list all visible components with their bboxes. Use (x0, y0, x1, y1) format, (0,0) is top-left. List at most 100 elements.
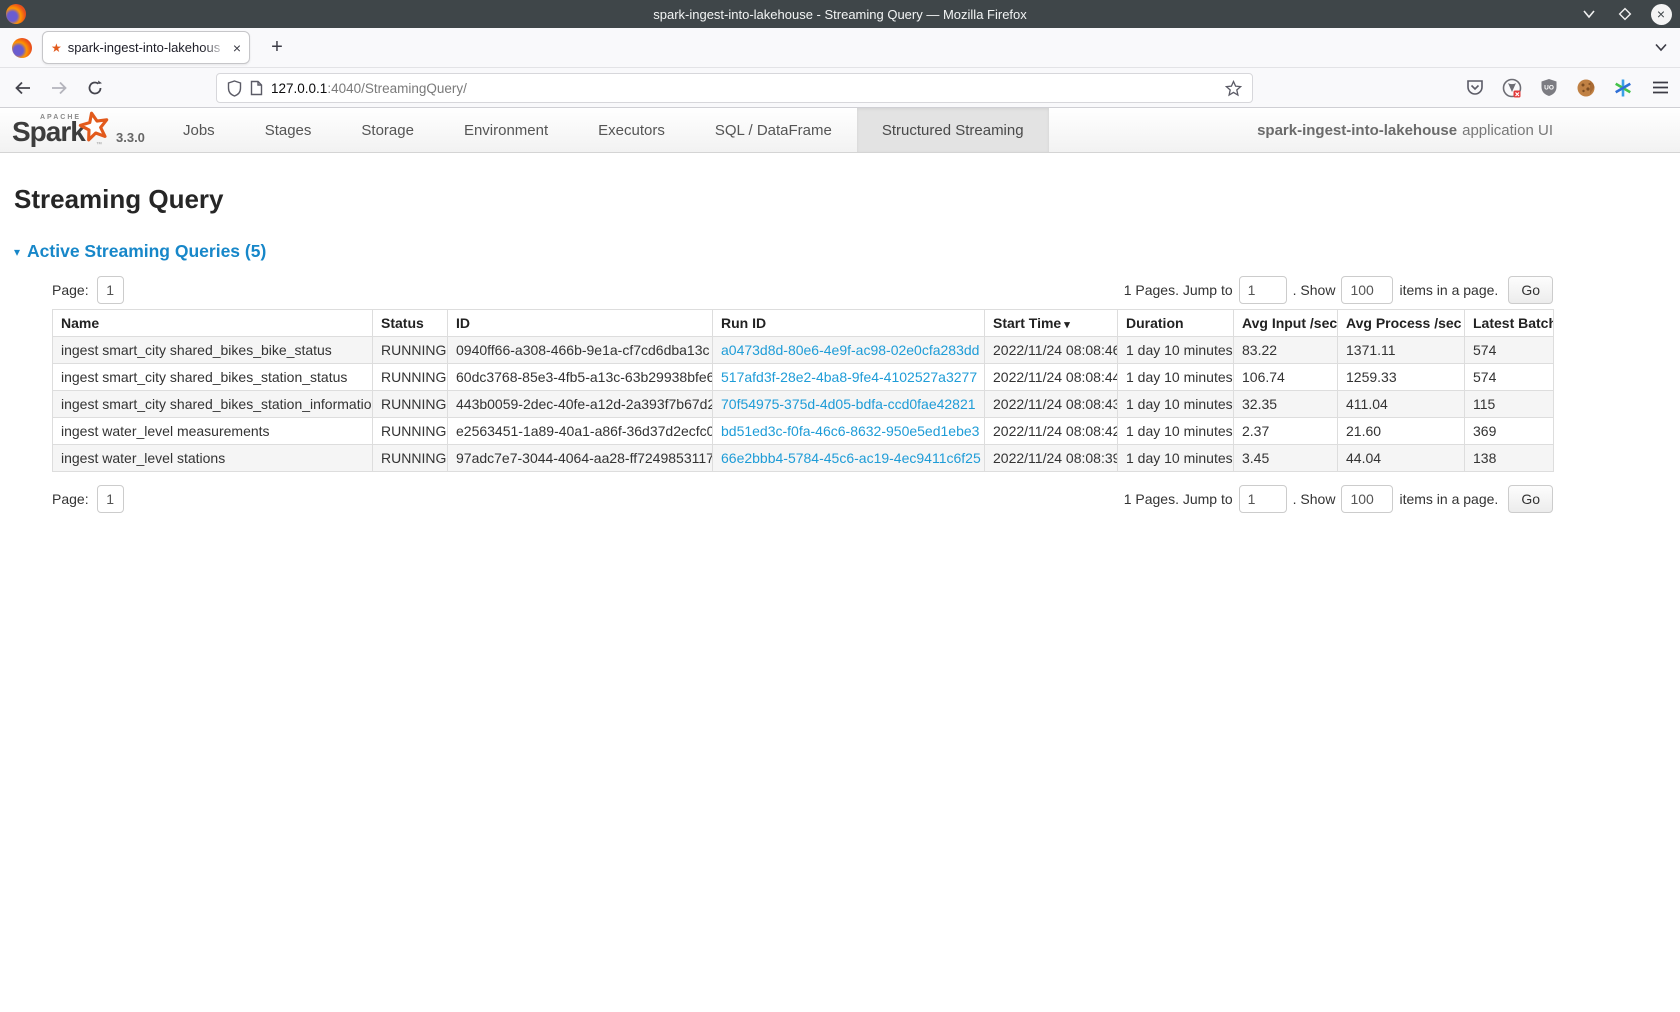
avg-process: 21.60 (1338, 418, 1465, 445)
jump-to-page-input[interactable] (1239, 485, 1287, 513)
active-queries-section-toggle[interactable]: ▾ Active Streaming Queries (5) (14, 241, 1666, 262)
go-button[interactable]: Go (1508, 276, 1553, 304)
active-queries-section: Page: 1 Pages. Jump to . Show items in a… (52, 276, 1553, 513)
page-info-icon[interactable] (250, 80, 263, 96)
col-header-id[interactable]: ID (448, 310, 713, 337)
spark-logo[interactable]: APACHE Spark ™ 3.3.0 (0, 108, 118, 152)
close-button[interactable]: × (1650, 3, 1672, 25)
shield-icon[interactable] (227, 80, 242, 97)
nav-tab-executors[interactable]: Executors (573, 108, 690, 152)
nav-tab-jobs[interactable]: Jobs (158, 108, 240, 152)
maximize-button[interactable] (1614, 3, 1636, 25)
run-id-link[interactable]: bd51ed3c-f0fa-46c6-8632-950e5ed1ebe3 (721, 423, 979, 439)
page-title: Streaming Query (14, 184, 1666, 215)
spark-favicon-icon: ★ (51, 42, 62, 54)
query-id: 97adc7e7-3044-4064-aa28-ff7249853117 (448, 445, 713, 472)
spark-version: 3.3.0 (116, 130, 145, 145)
latest-batch: 138 (1465, 445, 1554, 472)
start-time: 2022/11/24 08:08:39 (985, 445, 1118, 472)
run-id-link[interactable]: a0473d8d-80e6-4e9f-ac98-02e0cfa283dd (721, 342, 979, 358)
query-name: ingest smart_city shared_bikes_station_s… (53, 364, 373, 391)
browser-tab[interactable]: ★ spark-ingest-into-lakehous × (42, 31, 250, 64)
jump-to-page-input[interactable] (1239, 276, 1287, 304)
close-icon: × (1651, 4, 1672, 25)
query-id: 443b0059-2dec-40fe-a12d-2a393f7b67d2 (448, 391, 713, 418)
col-header-duration[interactable]: Duration (1118, 310, 1234, 337)
back-button[interactable] (8, 74, 38, 102)
tab-title: spark-ingest-into-lakehous (68, 40, 227, 55)
svg-text:UO: UO (1544, 85, 1554, 92)
page-number-input[interactable] (97, 485, 124, 513)
duration: 1 day 10 minutes (1118, 418, 1234, 445)
query-id: 0940ff66-a308-466b-9e1a-cf7cd6dba13c (448, 337, 713, 364)
col-header-status[interactable]: Status (373, 310, 448, 337)
forward-button[interactable] (44, 74, 74, 102)
reload-icon (87, 80, 103, 96)
sort-desc-icon: ▾ (1064, 319, 1070, 331)
items-label: items in a page. (1399, 491, 1498, 507)
spark-nav: Jobs Stages Storage Environment Executor… (158, 108, 1049, 152)
collapse-arrow-icon: ▾ (14, 245, 20, 259)
run-id-link[interactable]: 70f54975-375d-4d05-bdfa-ccd0fae42821 (721, 396, 976, 412)
pages-jump-label: 1 Pages. Jump to (1124, 491, 1233, 507)
url-path: :4040/StreamingQuery/ (327, 81, 467, 96)
go-button[interactable]: Go (1508, 485, 1553, 513)
avg-input: 3.45 (1234, 445, 1338, 472)
col-header-name[interactable]: Name (53, 310, 373, 337)
start-time: 2022/11/24 08:08:44 (985, 364, 1118, 391)
query-name: ingest smart_city shared_bikes_station_i… (53, 391, 373, 418)
streaming-queries-table: Name Status ID Run ID Start Time▾ Durati… (52, 309, 1554, 472)
browser-window: spark-ingest-into-lakehouse - Streaming … (0, 0, 1680, 1012)
latest-batch: 574 (1465, 337, 1554, 364)
ublock-origin-icon[interactable]: UO (1539, 78, 1559, 98)
items-per-page-input[interactable] (1341, 485, 1393, 513)
page-number-input[interactable] (97, 276, 124, 304)
col-header-start-time[interactable]: Start Time▾ (985, 310, 1118, 337)
diamond-icon (1617, 6, 1633, 22)
bookmark-star-icon[interactable] (1225, 80, 1242, 97)
page-content: Streaming Query ▾ Active Streaming Queri… (0, 184, 1680, 513)
privacy-badger-icon[interactable] (1502, 78, 1522, 98)
col-header-latest-batch[interactable]: Latest Batch (1465, 310, 1554, 337)
tab-close-icon[interactable]: × (233, 40, 241, 56)
col-header-avg-process[interactable]: Avg Process /sec (1338, 310, 1465, 337)
page-label: Page: (52, 282, 89, 298)
latest-batch: 574 (1465, 364, 1554, 391)
url-text[interactable]: 127.0.0.1:4040/StreamingQuery/ (271, 81, 1217, 96)
chevron-down-icon (1582, 9, 1596, 19)
pocket-icon[interactable] (1465, 78, 1485, 98)
duration: 1 day 10 minutes (1118, 445, 1234, 472)
latest-batch: 369 (1465, 418, 1554, 445)
reload-button[interactable] (80, 74, 110, 102)
asterisk-extension-icon[interactable] (1613, 78, 1633, 98)
nav-tab-storage[interactable]: Storage (336, 108, 439, 152)
nav-tab-stages[interactable]: Stages (240, 108, 337, 152)
col-header-run-id[interactable]: Run ID (713, 310, 985, 337)
back-arrow-icon (14, 81, 32, 95)
url-host: 127.0.0.1 (271, 81, 327, 96)
spark-wordmark: Spark (12, 116, 85, 148)
query-status: RUNNING (373, 391, 448, 418)
run-id-link[interactable]: 517afd3f-28e2-4ba8-9fe4-4102527a3277 (721, 369, 977, 385)
nav-tab-sql-dataframe[interactable]: SQL / DataFrame (690, 108, 857, 152)
duration: 1 day 10 minutes (1118, 364, 1234, 391)
query-status: RUNNING (373, 364, 448, 391)
minimize-button[interactable] (1578, 3, 1600, 25)
col-header-avg-input[interactable]: Avg Input /sec (1234, 310, 1338, 337)
table-row: ingest smart_city shared_bikes_bike_stat… (53, 337, 1554, 364)
hamburger-menu-icon[interactable] (1650, 78, 1670, 98)
table-row: ingest water_level stations RUNNING 97ad… (53, 445, 1554, 472)
run-id-link[interactable]: 66e2bbb4-5784-45c6-ac19-4ec9411c6f25 (721, 450, 981, 466)
list-all-tabs-button[interactable] (1654, 39, 1668, 57)
avg-input: 2.37 (1234, 418, 1338, 445)
query-id: e2563451-1a89-40a1-a86f-36d37d2ecfc0 (448, 418, 713, 445)
start-time: 2022/11/24 08:08:42 (985, 418, 1118, 445)
new-tab-button[interactable]: + (264, 36, 290, 59)
nav-tab-environment[interactable]: Environment (439, 108, 573, 152)
items-per-page-input[interactable] (1341, 276, 1393, 304)
query-name: ingest water_level stations (53, 445, 373, 472)
nav-tab-structured-streaming[interactable]: Structured Streaming (857, 108, 1049, 152)
url-bar[interactable]: 127.0.0.1:4040/StreamingQuery/ (216, 73, 1253, 103)
cookie-extension-icon[interactable] (1576, 78, 1596, 98)
duration: 1 day 10 minutes (1118, 337, 1234, 364)
